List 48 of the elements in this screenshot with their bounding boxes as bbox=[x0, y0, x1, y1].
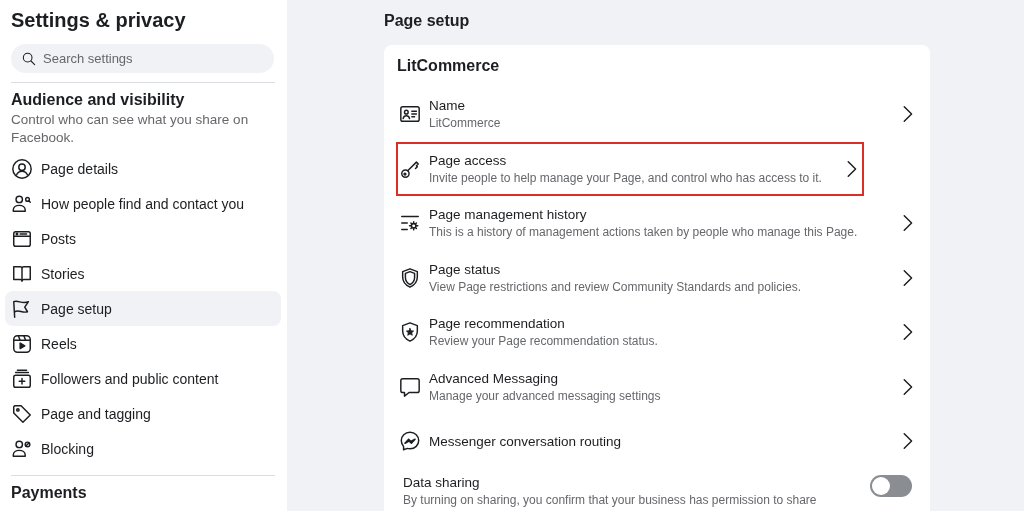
row-description: LitCommerce bbox=[429, 116, 502, 131]
section-title: Payments bbox=[11, 484, 88, 502]
sidebar-item[interactable]: Followers and public content bbox=[5, 361, 281, 396]
section-description: Control who can see what you share on Facebook. bbox=[11, 111, 250, 147]
sidebar-item[interactable]: Page and tagging bbox=[5, 396, 281, 431]
sidebar-item[interactable]: Posts bbox=[5, 221, 281, 256]
row-description: Invite people to help manage your Page, and control who has access to it. bbox=[429, 170, 823, 185]
sidebar-item[interactable]: Page setup bbox=[5, 291, 281, 326]
row-description: By turning on sharing, you confirm that your business has permission to share bbox=[403, 492, 818, 507]
row-title: Advanced Messaging bbox=[429, 370, 560, 386]
search-field[interactable]: Search settings bbox=[11, 44, 274, 73]
settings-row[interactable]: Page recommendation Review your Page recommendation status. bbox=[396, 305, 920, 360]
row-title: Data sharing bbox=[403, 474, 481, 490]
row-title: Messenger conversation routing bbox=[429, 433, 623, 449]
settings-row[interactable]: Messenger conversation routing bbox=[396, 414, 920, 469]
row-title: Page management history bbox=[429, 207, 588, 223]
row-description: View Page restrictions and review Community Standards and policies. bbox=[429, 279, 802, 294]
add-content-icon bbox=[11, 367, 33, 390]
settings-row[interactable]: Page management history This is a history of management actions taken by people who manage this Page. bbox=[396, 196, 920, 251]
card-title: LitCommerce bbox=[397, 57, 501, 75]
settings-row[interactable]: Advanced Messaging Manage your advanced messaging settings bbox=[396, 359, 920, 414]
tag-icon bbox=[11, 402, 33, 425]
person-icon bbox=[11, 157, 33, 180]
settings-title: Settings & privacy bbox=[11, 9, 187, 32]
row-title: Page status bbox=[429, 261, 502, 277]
section-title: Audience and visibility bbox=[11, 91, 186, 109]
chat-bubble-icon bbox=[399, 375, 421, 398]
row-title: Name bbox=[429, 98, 466, 114]
row-title: Page access bbox=[429, 152, 508, 168]
sidebar-item[interactable]: How people find and contact you bbox=[5, 186, 281, 221]
search-icon bbox=[21, 50, 37, 67]
messenger-icon bbox=[399, 430, 421, 453]
toggle-switch[interactable] bbox=[870, 474, 912, 497]
page-title: Page setup bbox=[384, 12, 471, 30]
video-icon bbox=[11, 332, 33, 355]
row-title: Page recommendation bbox=[429, 316, 566, 332]
row-description: Manage your advanced messaging settings bbox=[429, 388, 662, 403]
shield-icon bbox=[399, 266, 421, 289]
settings-row[interactable]: Page status View Page restrictions and review Community Standards and policies. bbox=[396, 250, 920, 305]
sidebar-item[interactable]: Blocking bbox=[5, 431, 281, 466]
settings-row[interactable]: Name LitCommerce bbox=[396, 87, 920, 142]
shield-star-icon bbox=[399, 321, 421, 344]
row-description: Review your Page recommendation status. bbox=[429, 334, 659, 349]
settings-row[interactable]: Page access Invite people to help manage your Page, and control who has access to it. bbox=[396, 141, 864, 196]
sidebar-item[interactable]: Stories bbox=[5, 256, 281, 291]
sidebar-item[interactable]: Reels bbox=[5, 326, 281, 361]
sidebar-item[interactable]: Page details bbox=[5, 151, 281, 186]
row-description: This is a history of management actions taken by people who manage this Page. bbox=[429, 225, 859, 240]
